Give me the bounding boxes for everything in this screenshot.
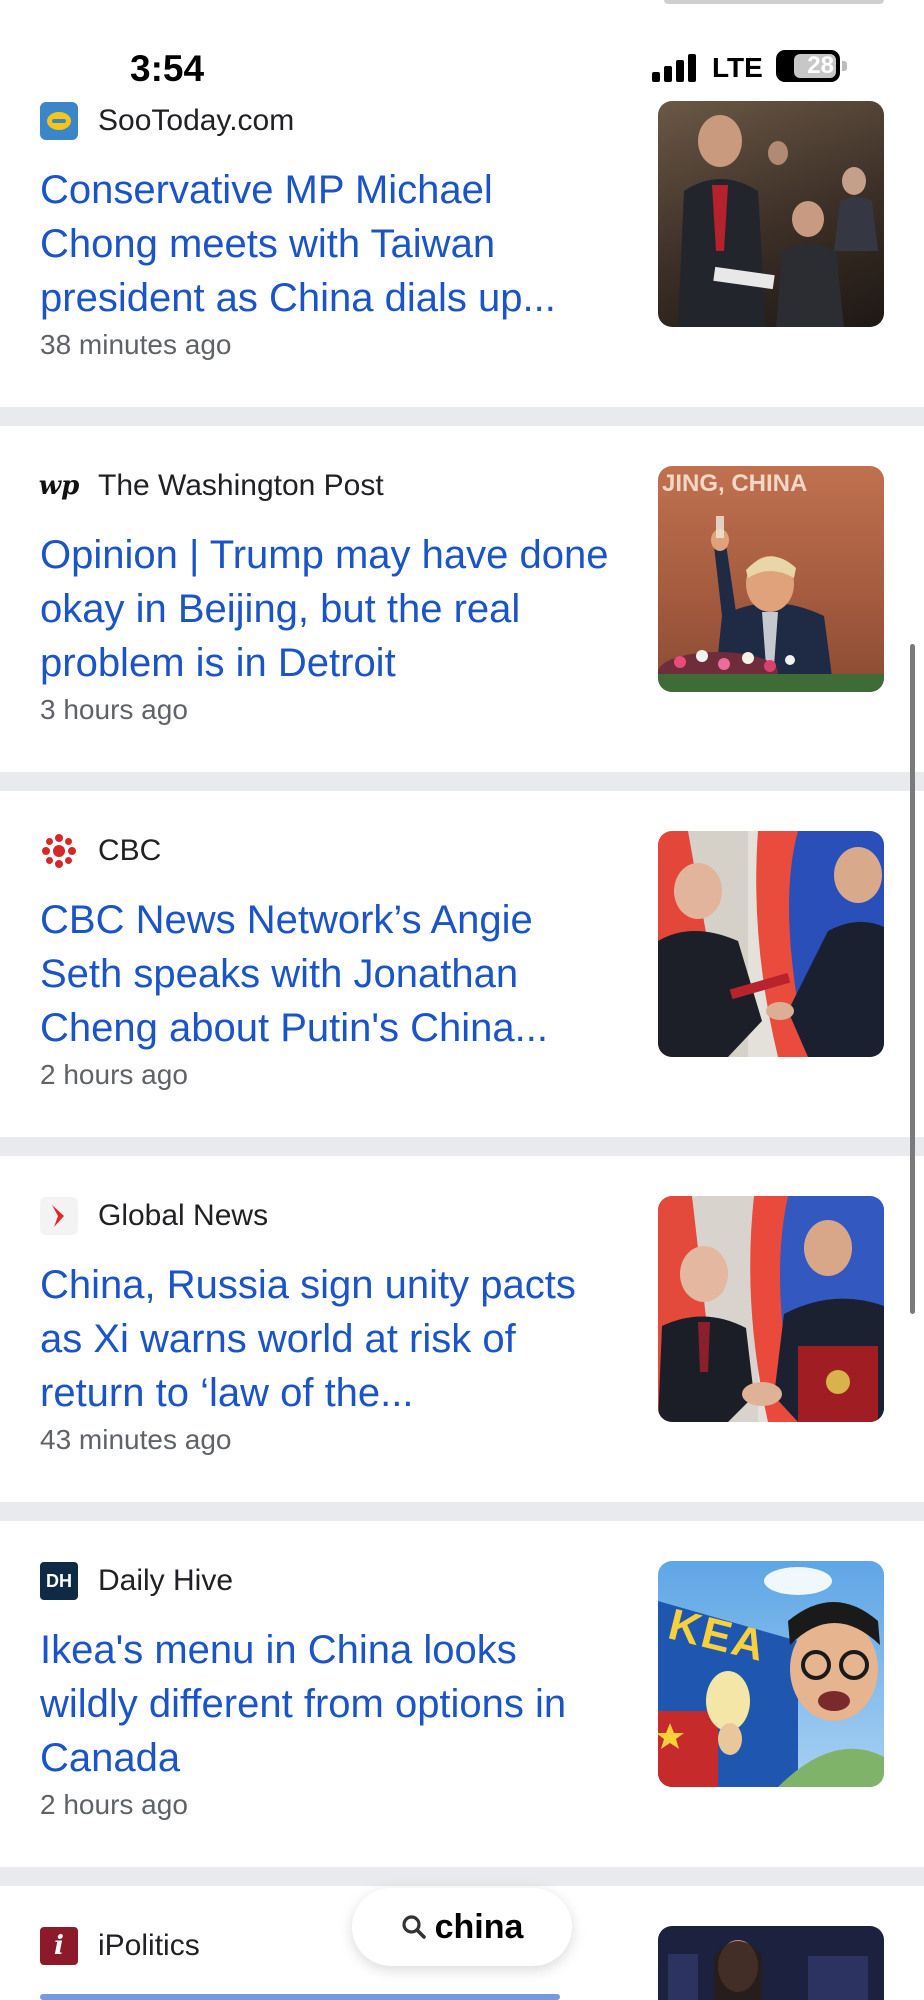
source-name: iPolitics (98, 1929, 200, 1962)
article-thumbnail[interactable]: KEA (658, 1561, 884, 1787)
article-thumbnail[interactable] (658, 1196, 884, 1422)
network-type: LTE (712, 52, 763, 83)
news-card[interactable]: CBC CBC News Network’s Angie Seth speaks… (0, 791, 924, 1137)
source-row: wp The Washington Post (39, 466, 384, 506)
headline-link[interactable]: China, Russia sign unity pacts as Xi war… (40, 1258, 620, 1420)
headline-link[interactable] (40, 1990, 560, 2000)
headline-link[interactable]: CBC News Network’s Angie Seth speaks wit… (40, 893, 620, 1055)
article-thumbnail[interactable] (658, 101, 884, 327)
source-name: SooToday.com (98, 104, 295, 137)
headline-link[interactable]: Conservative MP Michael Chong meets with… (40, 163, 620, 325)
search-query-pill[interactable]: china (352, 1888, 572, 1966)
headline-link[interactable]: Opinion | Trump may have done okay in Be… (40, 528, 620, 690)
source-row: DH Daily Hive (40, 1561, 233, 1601)
article-thumbnail[interactable] (658, 831, 884, 1057)
battery-tip (842, 61, 847, 71)
news-card[interactable]: DH Daily Hive Ikea's menu in China looks… (0, 1521, 924, 1867)
headline-link[interactable]: Ikea's menu in China looks wildly differ… (40, 1623, 620, 1785)
source-name: Daily Hive (98, 1564, 234, 1597)
published-time: 2 hours ago (40, 1059, 188, 1090)
published-time: 3 hours ago (40, 694, 188, 725)
daily-hive-icon: DH (40, 1562, 78, 1600)
cbc-gem-icon (40, 832, 78, 870)
article-thumbnail[interactable] (658, 1926, 884, 2000)
published-time: 38 minutes ago (40, 329, 232, 360)
published-time: 2 hours ago (40, 1789, 188, 1820)
cellular-signal-icon (652, 54, 702, 82)
global-news-icon (40, 1197, 78, 1235)
status-bar: 3:54 LTE 28 (0, 44, 924, 94)
source-row: i iPolitics (40, 1926, 200, 1966)
battery-icon: 28 (776, 50, 840, 82)
search-icon (401, 1915, 426, 1939)
status-time: 3:54 (130, 48, 205, 89)
previous-card-fragment (0, 0, 924, 41)
source-row: SooToday.com (40, 101, 294, 141)
battery-level: 28 (807, 52, 834, 79)
source-name: CBC (98, 834, 162, 867)
news-card[interactable]: SooToday.com Conservative MP Michael Cho… (0, 41, 924, 407)
source-row: CBC (40, 831, 161, 871)
wp-logo-icon: wp (39, 467, 79, 505)
published-time: 43 minutes ago (40, 1424, 232, 1455)
sootoday-logo-icon (40, 102, 78, 140)
news-feed-page: 3:54 LTE 28 SooToday.com Conservative MP… (0, 0, 924, 2000)
previous-thumbnail-edge (664, 0, 884, 4)
source-row: Global News (40, 1196, 268, 1236)
news-card[interactable]: Global News China, Russia sign unity pac… (0, 1156, 924, 1502)
scrollbar[interactable] (910, 644, 915, 1314)
source-name: Global News (98, 1199, 269, 1232)
news-card[interactable]: wp The Washington Post Opinion | Trump m… (0, 426, 924, 772)
source-name: The Washington Post (98, 469, 384, 502)
ipolitics-icon: i (40, 1927, 78, 1965)
article-thumbnail[interactable]: JING, CHINA (658, 466, 884, 692)
search-query-text: china (434, 1907, 524, 1946)
